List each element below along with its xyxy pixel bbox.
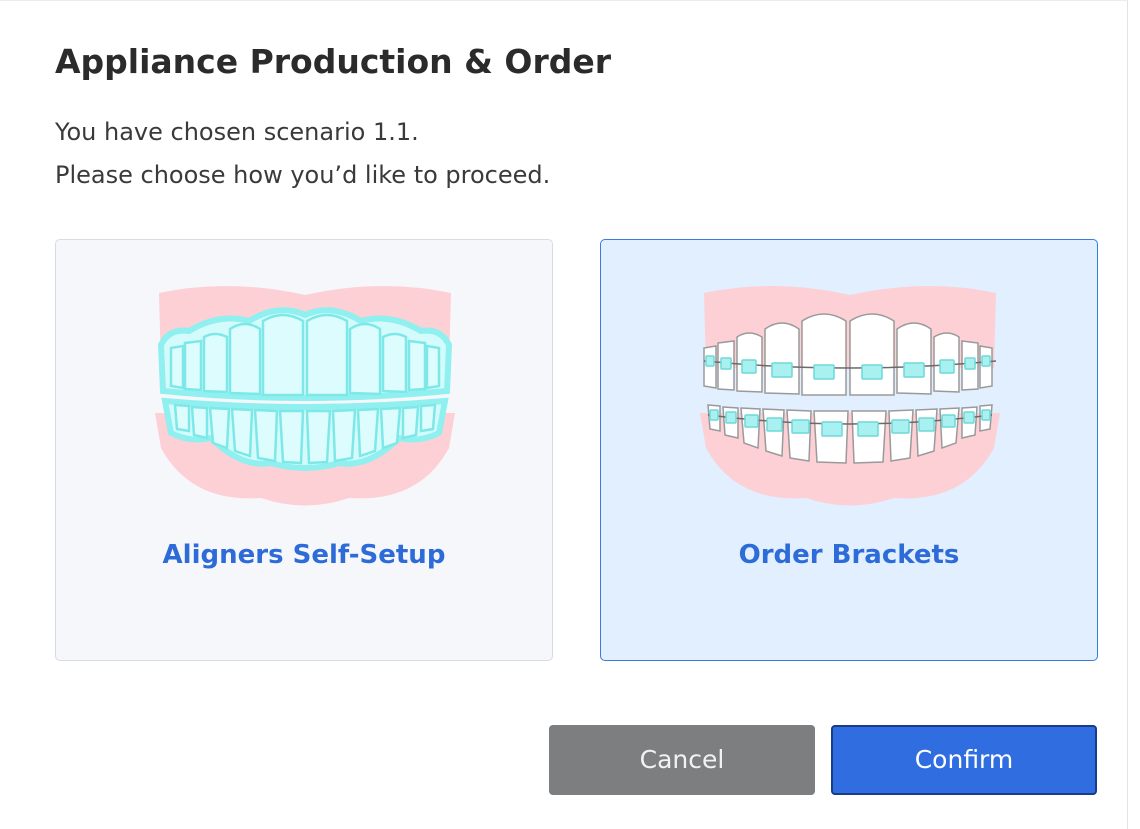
aligners-teeth-illustration (155, 285, 455, 506)
description-line-2: Please choose how you’d like to proceed. (55, 161, 551, 189)
option-label-brackets: Order Brackets (738, 540, 960, 570)
option-label-aligners: Aligners Self-Setup (162, 540, 446, 570)
appliance-order-dialog: Appliance Production & Order You have ch… (0, 0, 1128, 829)
option-card-order-brackets[interactable]: Order Brackets (600, 239, 1098, 661)
dialog-description: You have chosen scenario 1.1. Please cho… (55, 111, 550, 197)
description-line-1: You have chosen scenario 1.1. (55, 118, 419, 146)
option-card-aligners-self-setup[interactable]: Aligners Self-Setup (55, 239, 553, 661)
dialog-title: Appliance Production & Order (55, 42, 612, 81)
brackets-teeth-illustration (700, 285, 1000, 506)
cancel-button[interactable]: Cancel (549, 725, 815, 795)
confirm-button[interactable]: Confirm (831, 725, 1097, 795)
